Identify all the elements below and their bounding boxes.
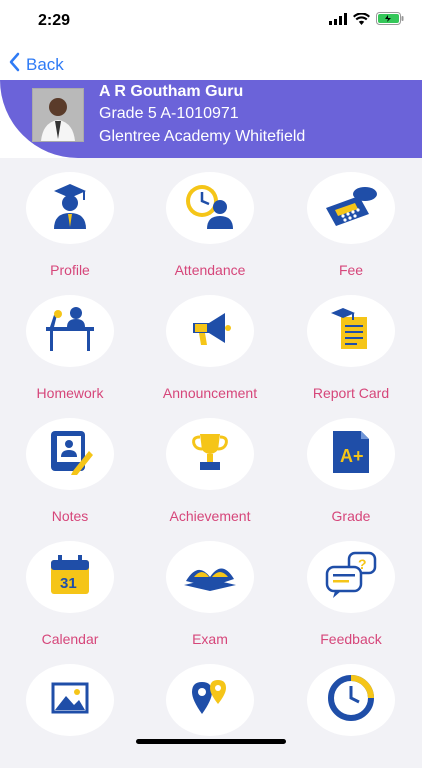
tile-label: Announcement xyxy=(162,385,258,401)
tile-location[interactable] xyxy=(150,650,270,768)
nav-bar: Back xyxy=(0,44,422,80)
attendance-icon xyxy=(182,181,238,236)
status-time: 2:29 xyxy=(38,12,71,29)
home-indicator xyxy=(136,739,286,744)
avatar xyxy=(32,88,84,142)
tile-timer[interactable] xyxy=(291,650,411,768)
tile-label: Attendance xyxy=(174,262,246,278)
tile-fee[interactable]: Fee xyxy=(291,158,411,278)
grade-icon: A+ xyxy=(327,427,375,482)
tile-label: Notes xyxy=(51,508,89,524)
signal-icon xyxy=(329,12,347,30)
announcement-icon xyxy=(185,307,235,356)
profile-icon xyxy=(42,181,98,236)
tile-label: Fee xyxy=(338,262,364,278)
location-icon xyxy=(188,676,232,725)
tile-label: Homework xyxy=(36,385,104,401)
homework-icon xyxy=(42,305,98,358)
feedback-icon: ? xyxy=(325,551,377,604)
achievement-icon xyxy=(188,430,232,479)
tile-calendar[interactable]: 31 Calendar xyxy=(10,527,130,647)
tile-profile[interactable]: Profile xyxy=(10,158,130,278)
report-card-icon xyxy=(327,305,375,358)
status-bar: 2:29 xyxy=(0,0,422,44)
tile-homework[interactable]: Homework xyxy=(10,281,130,401)
wifi-icon xyxy=(353,12,370,30)
tile-gallery[interactable] xyxy=(10,650,130,768)
back-button[interactable]: Back xyxy=(8,52,64,77)
tile-achievement[interactable]: Achievement xyxy=(150,404,270,524)
grade-icon-text: A+ xyxy=(340,446,364,466)
tile-label: Report Card xyxy=(312,385,390,401)
tile-report-card[interactable]: Report Card xyxy=(291,281,411,401)
back-label: Back xyxy=(26,54,64,74)
fee-icon xyxy=(321,184,381,233)
tile-exam[interactable]: Exam xyxy=(150,527,270,647)
student-school: Glentree Academy Whitefield xyxy=(99,128,306,145)
exam-icon xyxy=(182,557,238,598)
student-header: A R Goutham Guru Grade 5 A-1010971 Glent… xyxy=(0,80,422,158)
timer-icon xyxy=(327,674,375,727)
calendar-day: 31 xyxy=(60,575,77,592)
tile-attendance[interactable]: Attendance xyxy=(150,158,270,278)
calendar-icon: 31 xyxy=(47,552,93,603)
gallery-icon xyxy=(50,681,90,720)
tile-label: Exam xyxy=(192,631,228,647)
tile-label: Achievement xyxy=(169,508,251,524)
student-grade: Grade 5 A-1010971 xyxy=(99,105,239,122)
notes-icon xyxy=(45,427,95,482)
chevron-left-icon xyxy=(8,52,20,77)
tile-label: Calendar xyxy=(41,631,99,647)
tile-label: Profile xyxy=(50,262,90,278)
tile-label: Grade xyxy=(331,508,371,524)
tile-label: Feedback xyxy=(320,631,382,647)
menu-grid: Profile Attendance Fee Homework Announce… xyxy=(0,158,422,750)
tile-notes[interactable]: Notes xyxy=(10,404,130,524)
tile-feedback[interactable]: ? Feedback xyxy=(291,527,411,647)
battery-icon xyxy=(376,12,404,30)
tile-grade[interactable]: A+ Grade xyxy=(291,404,411,524)
student-name: A R Goutham Guru xyxy=(99,83,244,100)
tile-announcement[interactable]: Announcement xyxy=(150,281,270,401)
